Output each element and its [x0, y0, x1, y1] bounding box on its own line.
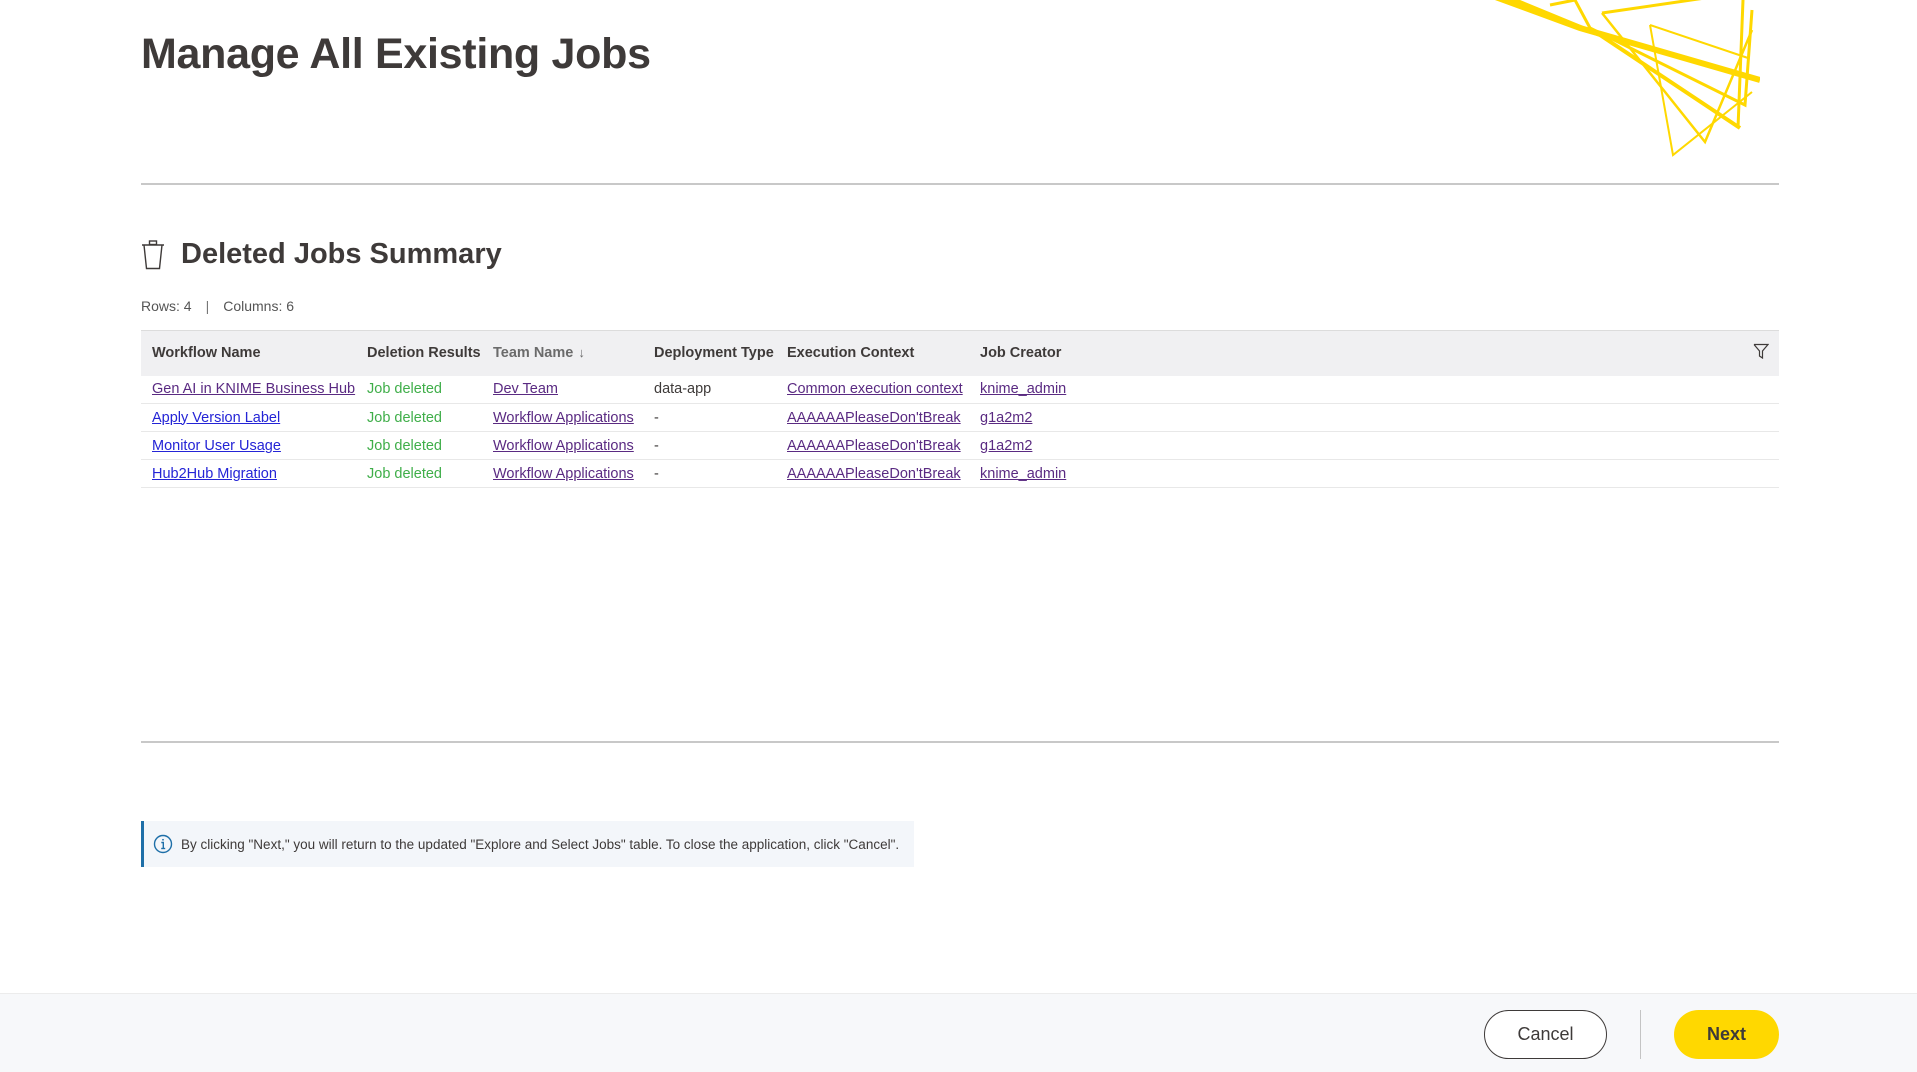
- workflow-name-link[interactable]: Monitor User Usage: [152, 438, 281, 454]
- execution-context-link[interactable]: AAAAAAPleaseDon'tBreak: [787, 438, 961, 454]
- job-creator-link[interactable]: g1a2m2: [980, 410, 1032, 426]
- filter-button[interactable]: [1739, 331, 1779, 376]
- table-header-row: Workflow Name Deletion Results Team Name…: [141, 330, 1779, 376]
- deletion-result: Job deleted: [367, 465, 442, 482]
- info-icon: [153, 834, 173, 854]
- filter-icon: [1753, 344, 1770, 360]
- info-message: By clicking "Next," you will return to t…: [141, 821, 914, 867]
- column-header-team-name-label: Team Name: [493, 345, 574, 362]
- next-button[interactable]: Next: [1674, 1010, 1779, 1059]
- deletion-result: Job deleted: [367, 409, 442, 426]
- page-title: Manage All Existing Jobs: [141, 30, 651, 78]
- table-row: Apply Version Label Job deleted Workflow…: [141, 404, 1779, 432]
- deletion-result: Job deleted: [367, 381, 442, 398]
- knime-decorative-triangles-icon: [1494, 0, 1760, 157]
- info-text: By clicking "Next," you will return to t…: [181, 836, 900, 852]
- execution-context-link[interactable]: AAAAAAPleaseDon'tBreak: [787, 410, 961, 426]
- rows-count: Rows: 4: [141, 298, 192, 314]
- column-header-deletion-results[interactable]: Deletion Results: [356, 331, 482, 376]
- columns-count: Columns: 6: [223, 298, 295, 314]
- deployment-type: -: [654, 465, 659, 482]
- table-row: Hub2Hub Migration Job deleted Workflow A…: [141, 460, 1779, 488]
- job-creator-link[interactable]: g1a2m2: [980, 438, 1032, 454]
- team-name-link[interactable]: Workflow Applications: [493, 438, 634, 454]
- table-row: Monitor User Usage Job deleted Workflow …: [141, 432, 1779, 460]
- column-header-team-name[interactable]: Team Name ↓: [482, 331, 643, 376]
- header-divider: [141, 183, 1779, 185]
- deployment-type: -: [654, 437, 659, 454]
- execution-context-link[interactable]: AAAAAAPleaseDon'tBreak: [787, 466, 961, 482]
- job-creator-link[interactable]: knime_admin: [980, 466, 1066, 482]
- cancel-button[interactable]: Cancel: [1484, 1010, 1607, 1059]
- execution-context-link[interactable]: Common execution context: [787, 381, 963, 397]
- deleted-jobs-table: Workflow Name Deletion Results Team Name…: [141, 330, 1779, 488]
- column-header-job-creator[interactable]: Job Creator: [969, 331, 1739, 376]
- table-meta: Rows: 4 | Columns: 6: [141, 298, 294, 314]
- column-header-workflow-name[interactable]: Workflow Name: [141, 331, 356, 376]
- column-header-execution-context[interactable]: Execution Context: [776, 331, 969, 376]
- trash-icon: [142, 239, 164, 269]
- footer-separator: [1640, 1010, 1641, 1059]
- team-name-link[interactable]: Workflow Applications: [493, 410, 634, 426]
- footer-bar: Cancel Next: [0, 993, 1917, 1072]
- deletion-result: Job deleted: [367, 437, 442, 454]
- table-row: Gen AI in KNIME Business Hub Job deleted…: [141, 376, 1779, 404]
- team-name-link[interactable]: Dev Team: [493, 381, 558, 397]
- workflow-name-link[interactable]: Hub2Hub Migration: [152, 466, 277, 482]
- workflow-name-link[interactable]: Gen AI in KNIME Business Hub: [152, 381, 355, 397]
- deployment-type: data-app: [654, 381, 712, 398]
- deployment-type: -: [654, 409, 659, 426]
- team-name-link[interactable]: Workflow Applications: [493, 466, 634, 482]
- section-header: Deleted Jobs Summary: [141, 238, 502, 271]
- workflow-name-link[interactable]: Apply Version Label: [152, 410, 280, 426]
- arrow-down-icon: ↓: [578, 345, 585, 361]
- job-creator-link[interactable]: knime_admin: [980, 381, 1066, 397]
- meta-separator: |: [205, 298, 210, 314]
- section-title: Deleted Jobs Summary: [181, 238, 502, 270]
- content-divider: [141, 741, 1779, 743]
- column-header-deployment-type[interactable]: Deployment Type: [643, 331, 776, 376]
